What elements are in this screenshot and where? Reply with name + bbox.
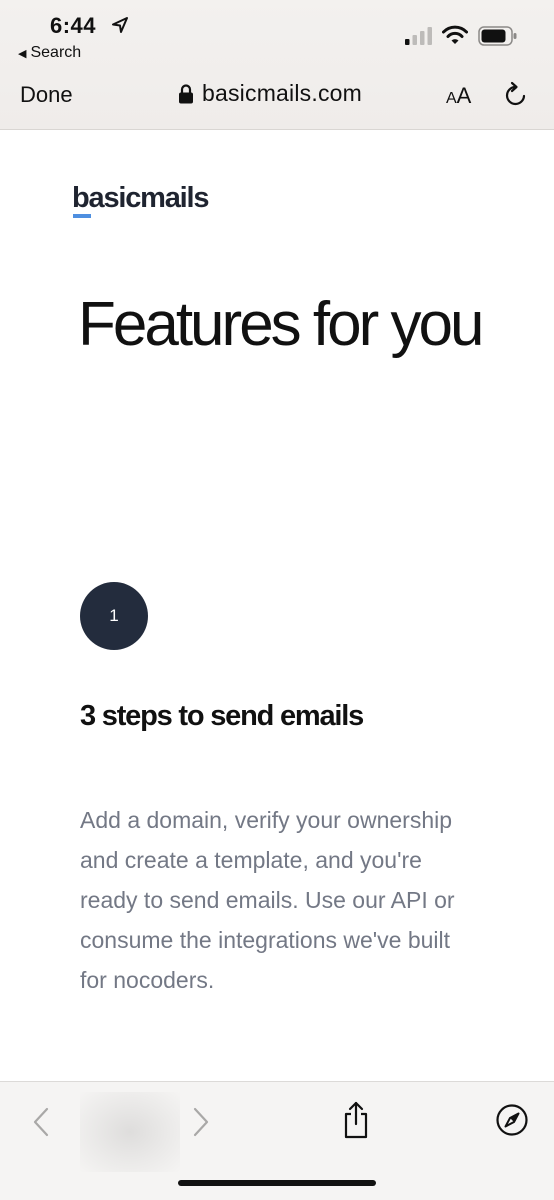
status-time: 6:44	[50, 13, 97, 38]
share-button[interactable]	[338, 1098, 374, 1142]
screen-smudge	[80, 1092, 180, 1172]
location-arrow-icon	[112, 17, 128, 33]
forward-button[interactable]	[186, 1102, 216, 1142]
compass-icon	[496, 1104, 528, 1136]
site-logo[interactable]: basicmails	[72, 182, 210, 215]
back-button[interactable]	[26, 1102, 56, 1142]
url-text: basicmails.com	[202, 80, 363, 106]
feature-title: 3 steps to send emails	[80, 700, 364, 732]
chevron-right-icon	[193, 1107, 209, 1137]
home-indicator[interactable]	[178, 1180, 376, 1186]
text-size-large-a: A	[456, 83, 472, 108]
back-to-app-label: Search	[30, 44, 82, 61]
text-size-button[interactable]: AA	[446, 83, 471, 109]
reload-icon[interactable]	[503, 81, 529, 109]
step-number-badge: 1	[80, 582, 148, 650]
lock-icon	[179, 83, 193, 103]
battery-icon	[478, 26, 517, 46]
bookmarks-button[interactable]	[494, 1102, 530, 1138]
address-bar[interactable]: basicmails.com	[178, 80, 362, 107]
cellular-signal-icon	[405, 27, 432, 45]
back-to-app-link[interactable]: ◀ Search	[18, 44, 81, 62]
logo-accent-bar	[73, 214, 91, 218]
feature-description: Add a domain, verify your ownership and …	[80, 807, 455, 993]
page-title: Features for you	[78, 290, 484, 359]
chevron-left-icon	[33, 1107, 49, 1137]
share-icon	[344, 1101, 368, 1139]
browser-top-chrome: 6:44 ◀ Search Done basicmails.com AA	[0, 0, 554, 130]
wifi-icon	[442, 25, 468, 44]
done-button[interactable]: Done	[20, 82, 73, 108]
text-size-small-a: A	[446, 90, 457, 107]
back-triangle-icon: ◀	[18, 47, 27, 60]
